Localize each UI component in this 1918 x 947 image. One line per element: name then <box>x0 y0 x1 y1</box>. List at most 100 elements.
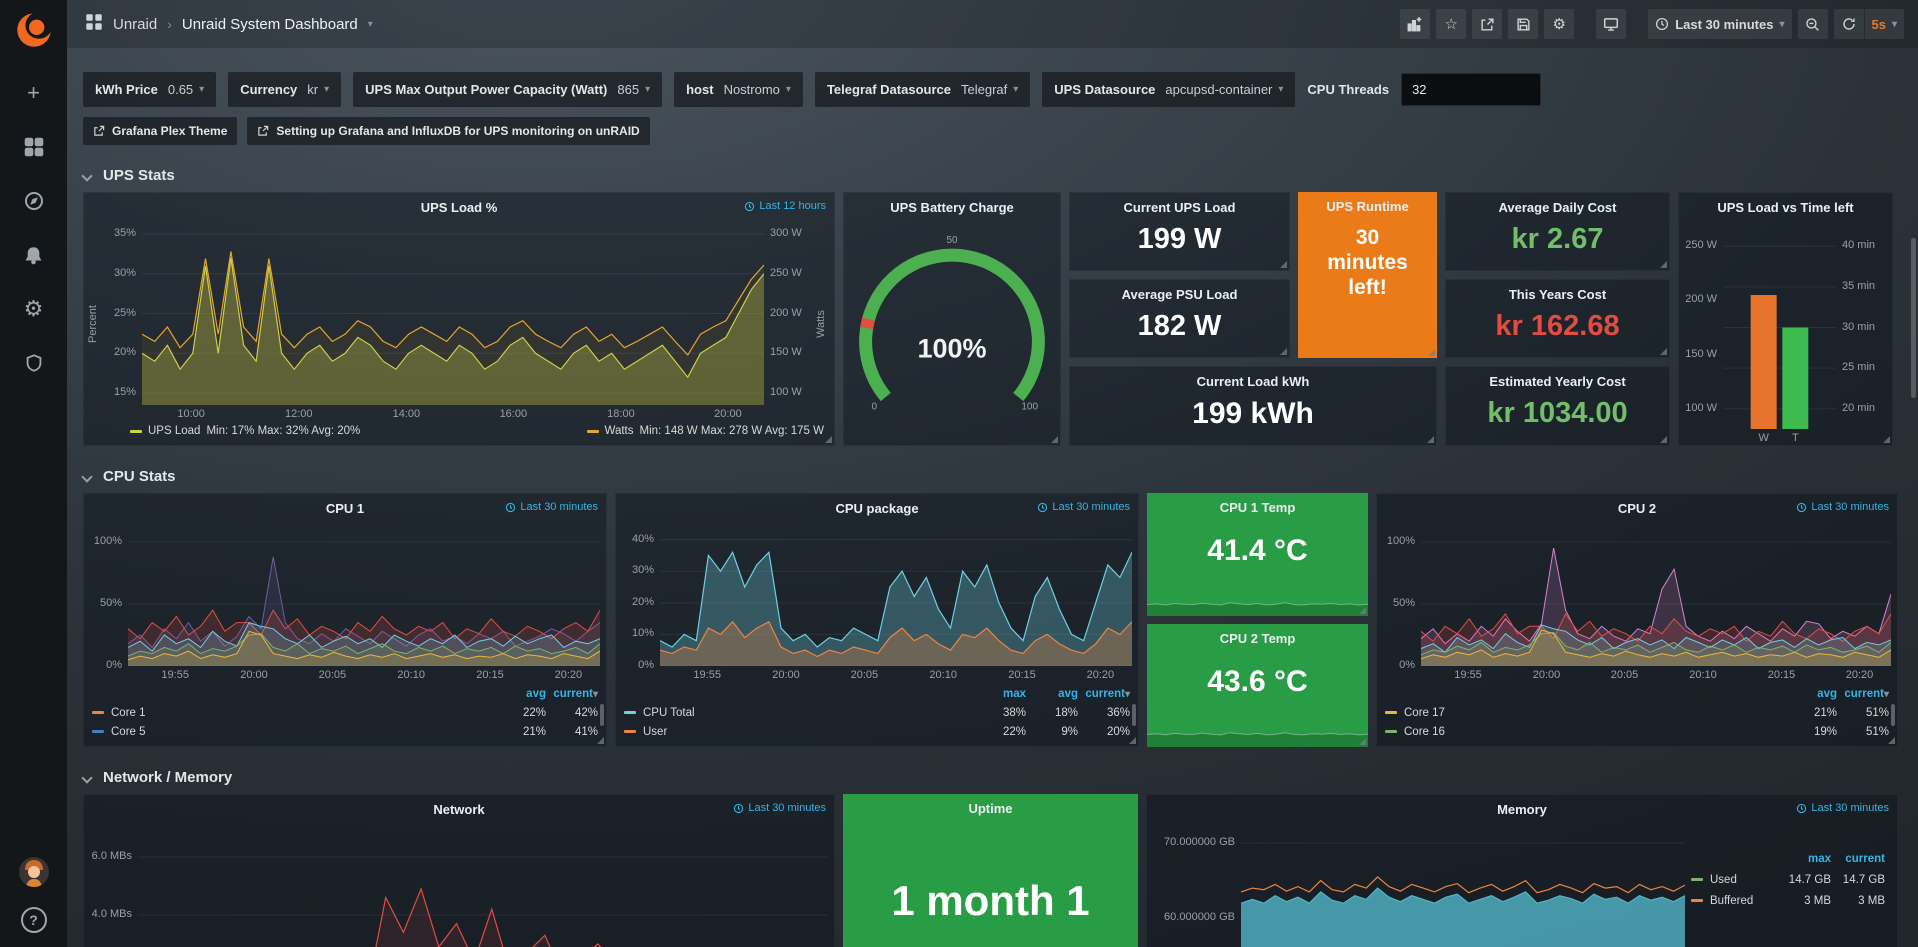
chart-plot[interactable] <box>1723 226 1836 429</box>
variable-value[interactable]: kr▾ <box>307 82 329 97</box>
panel-ups-load[interactable]: UPS Load % Last 12 hours Percent 15%20%2… <box>83 192 835 446</box>
variable-value[interactable]: Nostromo▾ <box>724 82 791 97</box>
panel-network[interactable]: Network Last 30 minutes 2.0 MBs4.0 MBs6.… <box>83 794 835 947</box>
panel-estimated-yearly-cost[interactable]: Estimated Yearly Cost kr 1034.00 <box>1445 366 1670 446</box>
panel-average-daily-cost[interactable]: Average Daily Cost kr 2.67 <box>1445 192 1670 271</box>
variable-host[interactable]: hostNostromo▾ <box>674 72 803 107</box>
panel-uptime[interactable]: Uptime 1 month 1 <box>843 794 1138 947</box>
legend-label[interactable]: Core 5 <box>92 726 494 738</box>
legend-column-current[interactable]: current▾ <box>546 688 598 700</box>
legend-item[interactable]: Buffered3 MB3 MB <box>1691 890 1897 911</box>
legend-column-max[interactable]: max <box>974 688 1026 700</box>
variable-value[interactable]: apcupsd-container▾ <box>1165 82 1283 97</box>
variable-ups-datasource[interactable]: UPS Datasourceapcupsd-container▾ <box>1042 72 1295 107</box>
user-avatar[interactable] <box>19 857 49 887</box>
alerting-bell-icon[interactable] <box>21 242 47 268</box>
panel-ups-battery-charge[interactable]: UPS Battery Charge 050100100% <box>843 192 1061 446</box>
legend-item[interactable]: WattsMin: 148 W Max: 278 W Avg: 175 W <box>587 425 824 437</box>
legend-item[interactable]: Core 1619%51% <box>1385 722 1889 741</box>
panel-title[interactable]: CPU 2 <box>1618 501 1656 516</box>
legend-column-max[interactable]: max <box>1777 853 1831 865</box>
panel-time-override[interactable]: Last 30 minutes <box>505 501 598 513</box>
grafana-logo-icon[interactable] <box>14 10 54 50</box>
legend-label[interactable]: Buffered <box>1691 895 1777 907</box>
panel-time-override[interactable]: Last 30 minutes <box>733 802 826 814</box>
zoom-out-button[interactable] <box>1798 9 1828 39</box>
variable-cpu-threads[interactable]: CPU Threads <box>1307 73 1541 106</box>
panel-time-override[interactable]: Last 30 minutes <box>1796 501 1889 513</box>
variable-value[interactable]: 865▾ <box>617 82 650 97</box>
panel-title[interactable]: UPS Load % <box>421 200 498 215</box>
panel-memory[interactable]: Memory Last 30 minutes 50.000000 GB60.00… <box>1146 794 1898 947</box>
legend-item[interactable]: Core 122%42% <box>92 703 598 722</box>
chart-plot[interactable] <box>138 828 828 947</box>
star-button[interactable]: ☆ <box>1436 9 1466 39</box>
time-range-picker[interactable]: Last 30 minutes ▾ <box>1648 9 1791 39</box>
refresh-interval-button[interactable]: 5s ▾ <box>1865 9 1905 39</box>
variable-input-cpu-threads[interactable] <box>1401 73 1541 106</box>
cycle-view-monitor-button[interactable] <box>1596 9 1626 39</box>
panel-time-override[interactable]: Last 12 hours <box>744 200 826 212</box>
share-button[interactable] <box>1472 9 1502 39</box>
panel-this-years-cost[interactable]: This Years Cost kr 162.68 <box>1445 279 1670 358</box>
variable-value[interactable]: 0.65▾ <box>168 82 204 97</box>
panel-cpu-2[interactable]: CPU 2 Last 30 minutes 0%50%100% 19:5520:… <box>1376 493 1898 747</box>
legend-item[interactable]: Core 521%41% <box>92 722 598 741</box>
legend-item[interactable]: Used14.7 GB14.7 GB <box>1691 869 1897 890</box>
help-icon[interactable]: ? <box>21 907 47 933</box>
legend-column-avg[interactable]: avg <box>1026 688 1078 700</box>
server-admin-shield-icon[interactable] <box>21 350 47 376</box>
variable-kwh-price[interactable]: kWh Price0.65▾ <box>83 72 216 107</box>
panel-time-override[interactable]: Last 30 minutes <box>1037 501 1130 513</box>
variable-telegraf-datasource[interactable]: Telegraf DatasourceTelegraf▾ <box>815 72 1030 107</box>
chart-plot[interactable] <box>1241 828 1685 947</box>
panel-current-load-kwh[interactable]: Current Load kWh 199 kWh <box>1069 366 1437 446</box>
refresh-button[interactable] <box>1834 9 1864 39</box>
breadcrumb-app[interactable]: Unraid <box>113 16 157 33</box>
variable-currency[interactable]: Currencykr▾ <box>228 72 341 107</box>
panel-cpu-1-temp[interactable]: CPU 1 Temp 41.4 °C <box>1147 493 1368 616</box>
section-ups-stats[interactable]: UPS Stats <box>83 167 1902 184</box>
add-panel-button[interactable] <box>1400 9 1430 39</box>
dashboard-title-caret-icon[interactable]: ▾ <box>368 19 373 30</box>
panel-ups-runtime[interactable]: UPS Runtime 30 minutes left! <box>1298 192 1437 358</box>
panel-time-override[interactable]: Last 30 minutes <box>1796 802 1889 814</box>
chart-plot[interactable] <box>660 527 1132 666</box>
dashboard-link[interactable]: Setting up Grafana and InfluxDB for UPS … <box>247 117 649 145</box>
legend-label[interactable]: User <box>624 726 974 738</box>
legend-item[interactable]: Core 1721%51% <box>1385 703 1889 722</box>
panel-average-psu-load[interactable]: Average PSU Load 182 W <box>1069 279 1290 358</box>
panel-title[interactable]: CPU 1 <box>326 501 364 516</box>
variable-ups-max-output-power-capacity-watt[interactable]: UPS Max Output Power Capacity (Watt)865▾ <box>353 72 662 107</box>
panel-cpu-2-temp[interactable]: CPU 2 Temp 43.6 °C <box>1147 624 1368 747</box>
legend-column-current[interactable]: current▾ <box>1837 688 1889 700</box>
panel-title[interactable]: UPS Battery Charge <box>890 200 1014 215</box>
legend-column-current[interactable]: current <box>1831 853 1885 865</box>
panel-cpu-1[interactable]: CPU 1 Last 30 minutes 0%50%100% 19:5520:… <box>83 493 607 747</box>
panel-cpu-package[interactable]: CPU package Last 30 minutes 0%10%20%30%4… <box>615 493 1139 747</box>
legend-item[interactable]: User22%9%20% <box>624 722 1130 741</box>
legend-label[interactable]: CPU Total <box>624 707 974 719</box>
panel-title[interactable]: Network <box>433 802 484 817</box>
chart-plot[interactable] <box>142 226 764 405</box>
legend-label[interactable]: Core 17 <box>1385 707 1785 719</box>
panel-title[interactable]: UPS Load vs Time left <box>1717 200 1853 215</box>
section-cpu-stats[interactable]: CPU Stats <box>83 468 1902 485</box>
legend-label[interactable]: Core 16 <box>1385 726 1785 738</box>
settings-gear-button[interactable]: ⚙ <box>1544 9 1574 39</box>
legend-item[interactable]: UPS LoadMin: 17% Max: 32% Avg: 20% <box>130 425 360 437</box>
chart-plot[interactable] <box>1421 527 1891 666</box>
legend-label[interactable]: Core 1 <box>92 707 494 719</box>
panel-title[interactable]: Memory <box>1497 802 1547 817</box>
legend-item[interactable]: CPU Total38%18%36% <box>624 703 1130 722</box>
legend-column-avg[interactable]: avg <box>1785 688 1837 700</box>
variable-value[interactable]: Telegraf▾ <box>961 82 1018 97</box>
panel-title[interactable]: CPU package <box>835 501 918 516</box>
chart-plot[interactable] <box>128 527 600 666</box>
legend-column-avg[interactable]: avg <box>494 688 546 700</box>
apps-grid-icon[interactable] <box>85 13 103 35</box>
legend-column-current[interactable]: current▾ <box>1078 688 1130 700</box>
section-network-memory[interactable]: Network / Memory <box>83 769 1902 786</box>
dashboard-link[interactable]: Grafana Plex Theme <box>83 117 237 145</box>
legend-label[interactable]: Used <box>1691 874 1777 886</box>
